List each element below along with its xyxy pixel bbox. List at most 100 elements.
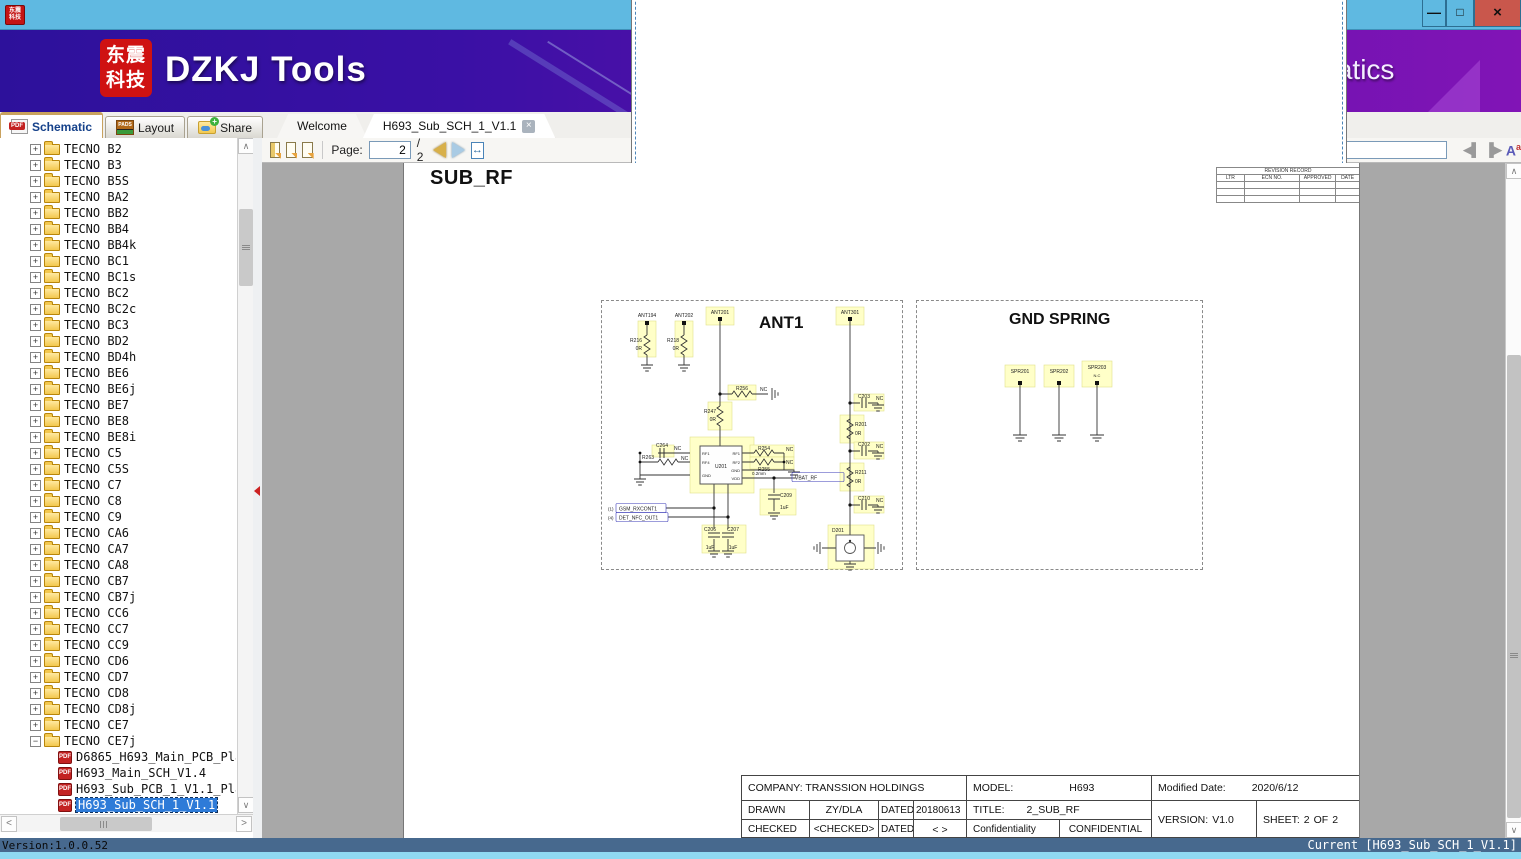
expand-plus-icon[interactable]: + (30, 511, 41, 523)
expand-plus-icon[interactable]: + (30, 719, 41, 731)
tree-folder-row[interactable]: + TECNO BC2 (0, 284, 236, 301)
tree-vertical-scrollbar[interactable]: ∧ ∨ (237, 138, 254, 814)
page-layout-icon[interactable] (270, 142, 281, 158)
expand-plus-icon[interactable]: + (30, 703, 41, 715)
prev-page-icon[interactable] (432, 142, 446, 158)
copy-page-icon[interactable] (286, 142, 297, 158)
expand-plus-icon[interactable]: + (30, 527, 41, 539)
tree-folder-row[interactable]: + TECNO BC3 (0, 316, 236, 333)
tree-folder-row[interactable]: + TECNO C5 (0, 444, 236, 461)
tree-folder-row[interactable]: + TECNO B2 (0, 141, 236, 157)
tab-layout[interactable]: PADS Layout (105, 116, 186, 138)
document-viewport[interactable]: SUB_RF REVISION RECORD LTR ECN NO. APPRO… (262, 163, 1505, 838)
expand-plus-icon[interactable]: + (30, 543, 41, 555)
tree-folder-row[interactable]: + TECNO C7 (0, 476, 236, 493)
expand-plus-icon[interactable]: + (30, 431, 41, 443)
expand-plus-icon[interactable]: + (30, 639, 41, 651)
expand-plus-icon[interactable]: + (30, 303, 41, 315)
tree-folder-row[interactable]: + TECNO BE7 (0, 396, 236, 413)
expand-plus-icon[interactable]: + (30, 255, 41, 267)
expand-plus-icon[interactable]: + (30, 495, 41, 507)
copy-page-alt-icon[interactable] (302, 142, 313, 158)
tree-folder-row[interactable]: + TECNO BC2c (0, 300, 236, 317)
expand-plus-icon[interactable]: + (30, 335, 41, 347)
expand-plus-icon[interactable]: + (30, 607, 41, 619)
expand-plus-icon[interactable]: + (30, 143, 41, 155)
expand-plus-icon[interactable]: + (30, 159, 41, 171)
tree-folder-row[interactable]: + TECNO CA6 (0, 524, 236, 541)
collapse-panel-icon[interactable] (254, 486, 260, 496)
tree-folder-row[interactable]: + TECNO CA7 (0, 540, 236, 557)
expand-plus-icon[interactable]: + (30, 191, 41, 203)
tree-folder-row[interactable]: + TECNO BB2 (0, 204, 236, 221)
expand-plus-icon[interactable]: + (30, 479, 41, 491)
tree-file-row[interactable]: PDF D6865_H693_Main_PCB_Place (0, 749, 236, 765)
expand-plus-icon[interactable]: + (30, 207, 41, 219)
tab-schematic[interactable]: PDF Schematic (0, 112, 104, 138)
expand-plus-icon[interactable]: + (30, 175, 41, 187)
tree-folder-row[interactable]: + TECNO C9 (0, 508, 236, 525)
expand-plus-icon[interactable]: + (30, 623, 41, 635)
scroll-left-icon[interactable]: < (1, 816, 17, 832)
page-number-input[interactable] (368, 141, 411, 159)
tree-folder-row[interactable]: + TECNO BB4 (0, 220, 236, 237)
fit-width-icon[interactable]: ↔ (470, 141, 484, 159)
expand-plus-icon[interactable]: + (30, 383, 41, 395)
tree-folder-row[interactable]: + TECNO BD2 (0, 332, 236, 349)
scroll-up-icon[interactable]: ∧ (1506, 163, 1521, 179)
expand-plus-icon[interactable]: + (30, 655, 41, 667)
tree-folder-row[interactable]: + TECNO BA2 (0, 188, 236, 205)
tab-share[interactable]: + Share (187, 116, 264, 138)
collapse-minus-icon[interactable]: − (30, 735, 41, 747)
tree-folder-row[interactable]: + TECNO BC1s (0, 268, 236, 285)
tree-file-row-selected[interactable]: PDF H693_Sub_SCH_1_V1.1 (0, 797, 236, 813)
tree-folder-row[interactable]: + TECNO BE8 (0, 412, 236, 429)
doc-tab-welcome[interactable]: Welcome (277, 114, 367, 138)
tree-folder-row[interactable]: + TECNO CC7 (0, 620, 236, 637)
maximize-button[interactable]: □ (1446, 0, 1474, 27)
panel-splitter[interactable] (253, 138, 262, 838)
scroll-up-icon[interactable]: ∧ (238, 138, 254, 154)
tree-folder-row-open[interactable]: − TECNO CE7j (0, 732, 236, 749)
tree-folder-row[interactable]: + TECNO BC1 (0, 252, 236, 269)
font-size-icon[interactable]: Aa (1506, 142, 1521, 159)
expand-plus-icon[interactable]: + (30, 271, 41, 283)
tree-folder-row[interactable]: + TECNO CD8 (0, 684, 236, 701)
find-next-icon[interactable]: ▐▶ (1485, 142, 1502, 158)
minimize-button[interactable]: — (1422, 0, 1446, 27)
tree-folder-row[interactable]: + TECNO C8 (0, 492, 236, 509)
tree-folder-row[interactable]: + TECNO CD7 (0, 668, 236, 685)
expand-plus-icon[interactable]: + (30, 399, 41, 411)
tree-folder-row[interactable]: + TECNO BE8i (0, 428, 236, 445)
doc-tab-current[interactable]: H693_Sub_SCH_1_V1.1 × (363, 114, 555, 138)
expand-plus-icon[interactable]: + (30, 223, 41, 235)
tree-file-row[interactable]: PDF H693_Main_SCH_V1.4 (0, 765, 236, 781)
tree-folder-row[interactable]: + TECNO CD6 (0, 652, 236, 669)
expand-plus-icon[interactable]: + (30, 591, 41, 603)
tree-hscrollbar-thumb[interactable] (60, 817, 152, 831)
document-vertical-scrollbar[interactable]: ∧ ∨ (1505, 163, 1521, 838)
tree-folder-row[interactable]: + TECNO B5S (0, 172, 236, 189)
document-scrollbar-thumb[interactable] (1507, 355, 1521, 818)
tree-folder-row[interactable]: + TECNO CB7 (0, 572, 236, 589)
tree-folder-row[interactable]: + TECNO CC6 (0, 604, 236, 621)
find-previous-icon[interactable]: ◀▌ (1463, 142, 1480, 158)
tree-file-row[interactable]: PDF H693_Sub_PCB_1_V1.1_Place (0, 781, 236, 797)
expand-plus-icon[interactable]: + (30, 367, 41, 379)
expand-plus-icon[interactable]: + (30, 447, 41, 459)
expand-plus-icon[interactable]: + (30, 351, 41, 363)
tree-folder-row[interactable]: + TECNO CD8j (0, 700, 236, 717)
scroll-right-icon[interactable]: > (236, 816, 252, 832)
expand-plus-icon[interactable]: + (30, 415, 41, 427)
tree-scrollbar-thumb[interactable] (239, 209, 253, 286)
close-button[interactable]: × (1474, 0, 1521, 27)
tree-folder-row[interactable]: + TECNO CA8 (0, 556, 236, 573)
tree-horizontal-scrollbar[interactable]: < > (0, 814, 253, 832)
tree-folder-row[interactable]: + TECNO B3 (0, 156, 236, 173)
expand-plus-icon[interactable]: + (30, 463, 41, 475)
expand-plus-icon[interactable]: + (30, 671, 41, 683)
tree-folder-row[interactable]: + TECNO BD4h (0, 348, 236, 365)
tree-folder-row[interactable]: + TECNO BE6j (0, 380, 236, 397)
next-page-icon[interactable] (451, 142, 465, 158)
tree-folder-row[interactable]: + TECNO BB4k (0, 236, 236, 253)
